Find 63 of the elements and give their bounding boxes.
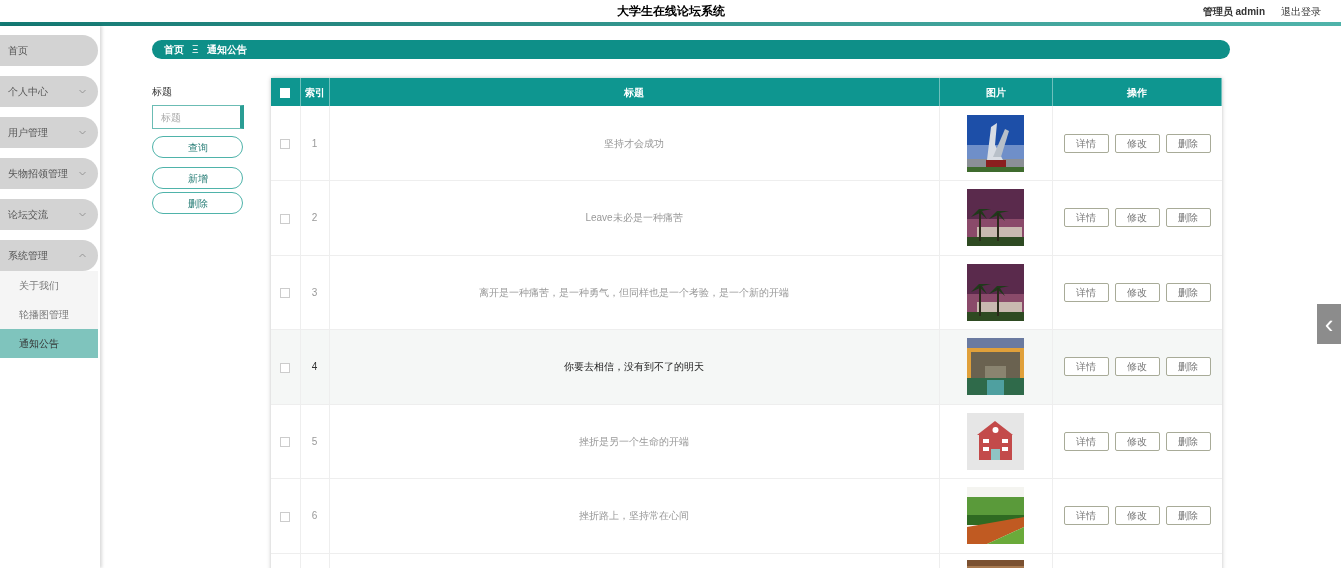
sidebar-submenu-item[interactable]: 关于我们: [0, 271, 98, 300]
column-header: 图片: [985, 86, 1006, 98]
row-action-button[interactable]: 删除: [1165, 506, 1211, 526]
row-action-button[interactable]: 修改: [1114, 357, 1160, 377]
row-action-button[interactable]: 详情: [1063, 506, 1109, 526]
notice-title: 挫折路上，坚持常在心间: [579, 510, 689, 522]
chevron-up-icon: [79, 253, 86, 258]
row-action-button[interactable]: 修改: [1114, 282, 1160, 302]
sidebar-submenu-item[interactable]: 轮播图管理: [0, 300, 98, 329]
row-action-button[interactable]: 修改: [1114, 133, 1160, 153]
row-action-button[interactable]: 详情: [1063, 282, 1109, 302]
chevron-down-icon: [79, 89, 86, 94]
column-header: 操作: [1126, 86, 1147, 98]
row-action-button[interactable]: 详情: [1063, 208, 1109, 228]
row-action-button[interactable]: 修改: [1114, 208, 1160, 228]
row-index: 6: [311, 510, 318, 522]
row-action-button[interactable]: 详情: [1063, 133, 1109, 153]
chevron-down-icon: [79, 171, 86, 176]
sidebar-menu-item[interactable]: 失物招领管理: [0, 158, 98, 189]
user-label: 管理员 admin: [1202, 4, 1265, 19]
row-action-button[interactable]: 删除: [1165, 208, 1211, 228]
checkbox[interactable]: [280, 288, 291, 299]
action-button[interactable]: 新增: [152, 167, 243, 189]
sidebar-menu-item[interactable]: 个人中心: [0, 76, 98, 107]
column-header: 索引: [304, 86, 325, 98]
row-action-button[interactable]: 删除: [1165, 431, 1211, 451]
field-label: 标题: [152, 85, 173, 99]
checkbox[interactable]: [280, 138, 291, 149]
row-index: 5: [311, 435, 318, 447]
breadcrumb-current: 通知公告: [206, 43, 247, 57]
sidebar-menu-item[interactable]: 论坛交流: [0, 199, 98, 230]
title-search-field[interactable]: 标题: [152, 105, 244, 129]
logout-link[interactable]: 退出登录: [1281, 3, 1321, 19]
page-title: 大学生在线论坛系统: [616, 3, 725, 20]
notice-title: 坚持才会成功: [604, 137, 664, 149]
collapse-toggle-button[interactable]: ‹: [1317, 304, 1341, 344]
row-index: 3: [311, 286, 318, 298]
row-action-button[interactable]: 详情: [1063, 357, 1109, 377]
breadcrumb-separator: Ξ: [192, 43, 199, 57]
checkbox[interactable]: [280, 213, 291, 224]
checkbox[interactable]: [280, 362, 291, 373]
row-action-button[interactable]: 删除: [1165, 282, 1211, 302]
row-action-button[interactable]: 删除: [1165, 133, 1211, 153]
sidebar-menu-item[interactable]: 用户管理: [0, 117, 98, 148]
breadcrumb-link[interactable]: 首页: [164, 42, 184, 57]
row-action-button[interactable]: 详情: [1063, 431, 1109, 451]
row-action-button[interactable]: 修改: [1114, 506, 1160, 526]
checkbox[interactable]: [280, 511, 291, 522]
checkbox[interactable]: [280, 437, 291, 448]
row-index: 4: [311, 361, 318, 373]
chevron-down-icon: [79, 212, 86, 217]
action-button[interactable]: 删除: [152, 192, 243, 214]
notice-title: 你要去相信，没有到不了的明天: [564, 361, 704, 373]
sidebar-menu-item[interactable]: 首页: [0, 35, 98, 66]
row-index: 2: [311, 212, 318, 224]
column-header: 标题: [624, 86, 644, 98]
chevron-down-icon: [79, 130, 86, 135]
action-button[interactable]: 查询: [152, 136, 243, 158]
row-action-button[interactable]: 修改: [1114, 431, 1160, 451]
row-action-button[interactable]: 删除: [1165, 357, 1211, 377]
sidebar-submenu-item[interactable]: 通知公告: [0, 329, 98, 358]
sidebar-menu-item[interactable]: 系统管理: [0, 240, 98, 271]
row-index: 1: [311, 137, 318, 149]
